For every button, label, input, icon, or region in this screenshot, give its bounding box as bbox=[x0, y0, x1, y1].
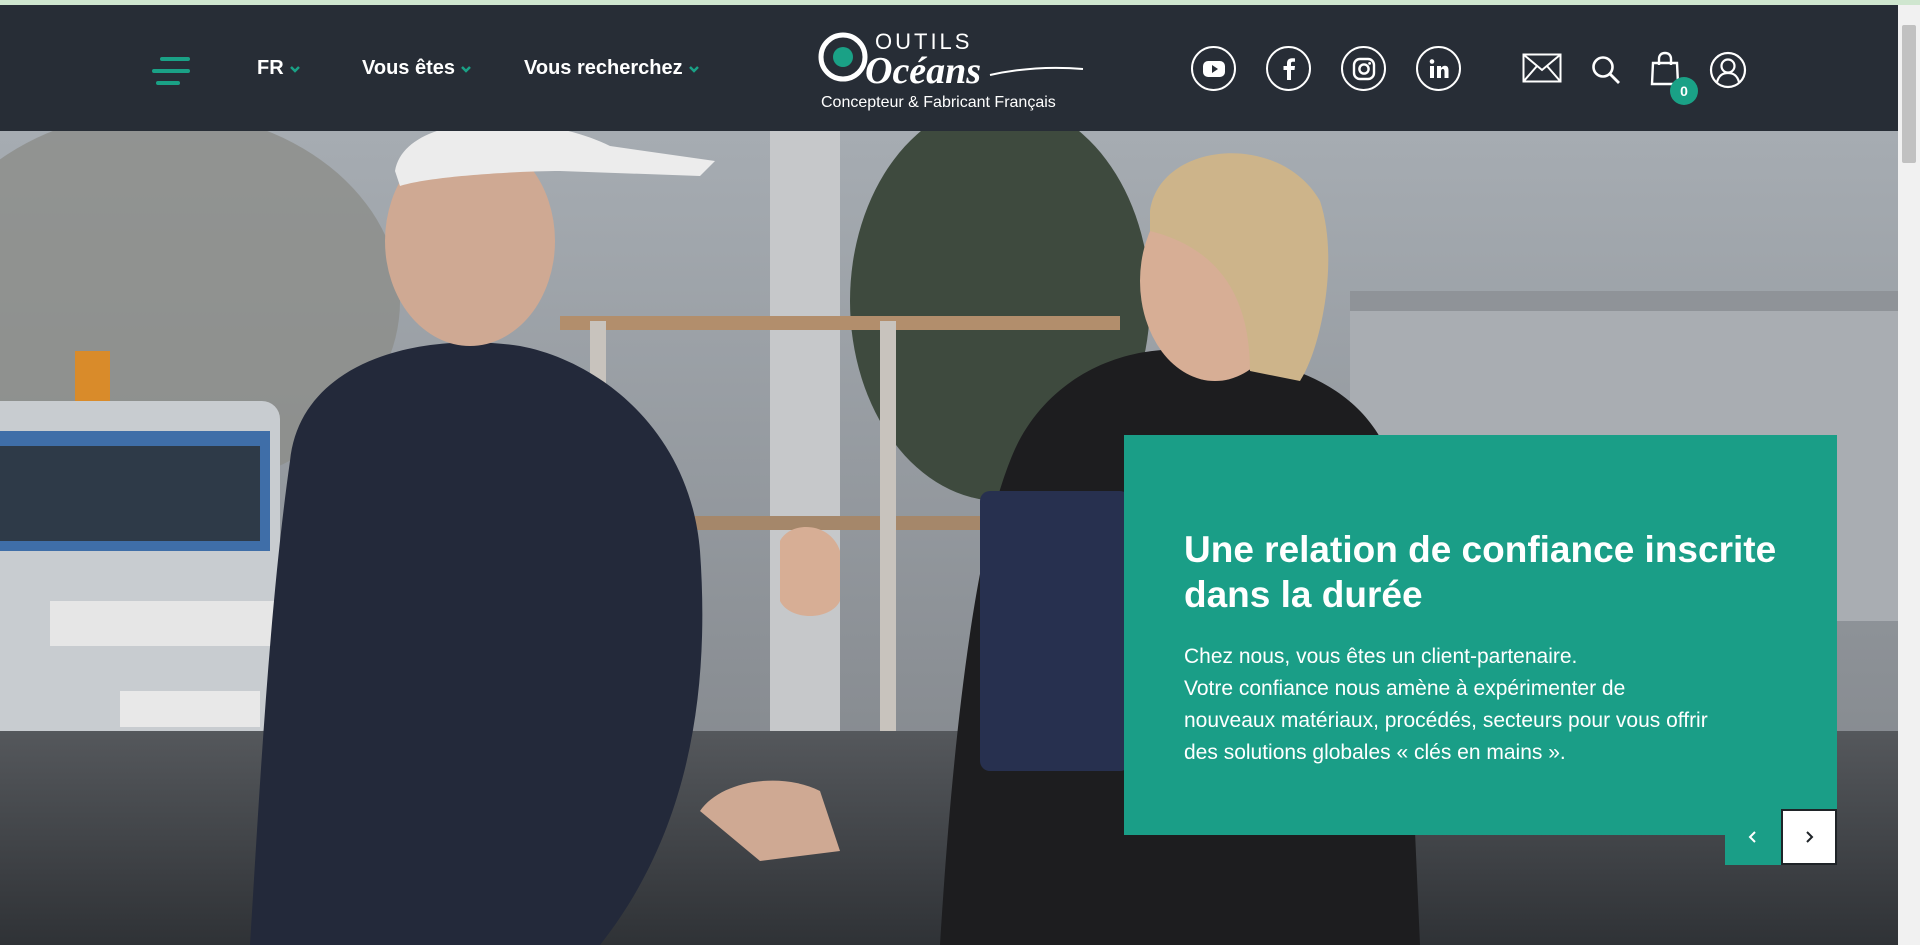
linkedin-icon[interactable] bbox=[1416, 46, 1461, 91]
facebook-icon[interactable] bbox=[1266, 46, 1311, 91]
language-selector[interactable]: FR bbox=[257, 57, 301, 80]
hero-description-line: nouveaux matériaux, procédés, secteurs p… bbox=[1184, 709, 1708, 732]
mail-icon[interactable] bbox=[1522, 53, 1562, 88]
cart-count-badge: 0 bbox=[1670, 77, 1698, 105]
chevron-right-icon bbox=[1806, 831, 1814, 843]
nav-searching-label: Vous recherchez bbox=[524, 57, 683, 79]
hero-title-line: Une relation de confiance inscrite bbox=[1184, 529, 1777, 570]
nav-you-are-label: Vous êtes bbox=[362, 57, 455, 79]
nav-searching[interactable]: Vous recherchez bbox=[524, 57, 700, 80]
hero-description-line: Chez nous, vous êtes un client-partenair… bbox=[1184, 645, 1578, 668]
logo-tagline: Concepteur & Fabricant Français bbox=[821, 94, 1056, 111]
chevron-down-icon bbox=[461, 65, 471, 73]
hero-description: Chez nous, vous êtes un client-partenair… bbox=[1184, 641, 1779, 769]
instagram-icon[interactable] bbox=[1341, 46, 1386, 91]
hero-slider: Une relation de confiance inscrite dans … bbox=[0, 131, 1898, 945]
site-header: FR Vous êtes Vous recherchez OUTILS Océa… bbox=[0, 5, 1898, 131]
user-account-icon[interactable] bbox=[1709, 51, 1747, 94]
chevron-left-icon bbox=[1748, 831, 1756, 843]
chevron-down-icon bbox=[688, 65, 699, 73]
slider-prev-button[interactable] bbox=[1725, 809, 1781, 865]
hero-title-line: dans la durée bbox=[1184, 574, 1423, 615]
page-scrollbar[interactable] bbox=[1898, 5, 1920, 945]
hero-text-card: Une relation de confiance inscrite dans … bbox=[1124, 435, 1837, 835]
scrollbar-thumb[interactable] bbox=[1902, 25, 1916, 163]
language-label: FR bbox=[257, 57, 284, 79]
chevron-down-icon bbox=[289, 65, 300, 73]
nav-you-are[interactable]: Vous êtes bbox=[362, 57, 472, 80]
logo-word-main: Océans bbox=[865, 50, 981, 92]
slider-next-button[interactable] bbox=[1781, 809, 1837, 865]
site-logo[interactable]: OUTILS Océans Concepteur & Fabricant Fra… bbox=[815, 27, 1087, 117]
youtube-icon[interactable] bbox=[1191, 46, 1236, 91]
hero-description-line: des solutions globales « clés en mains »… bbox=[1184, 741, 1566, 764]
hero-title: Une relation de confiance inscrite dans … bbox=[1184, 527, 1779, 617]
hero-description-line: Votre confiance nous amène à expérimente… bbox=[1184, 677, 1626, 700]
search-icon[interactable] bbox=[1591, 55, 1621, 90]
menu-toggle-button[interactable] bbox=[152, 57, 190, 87]
